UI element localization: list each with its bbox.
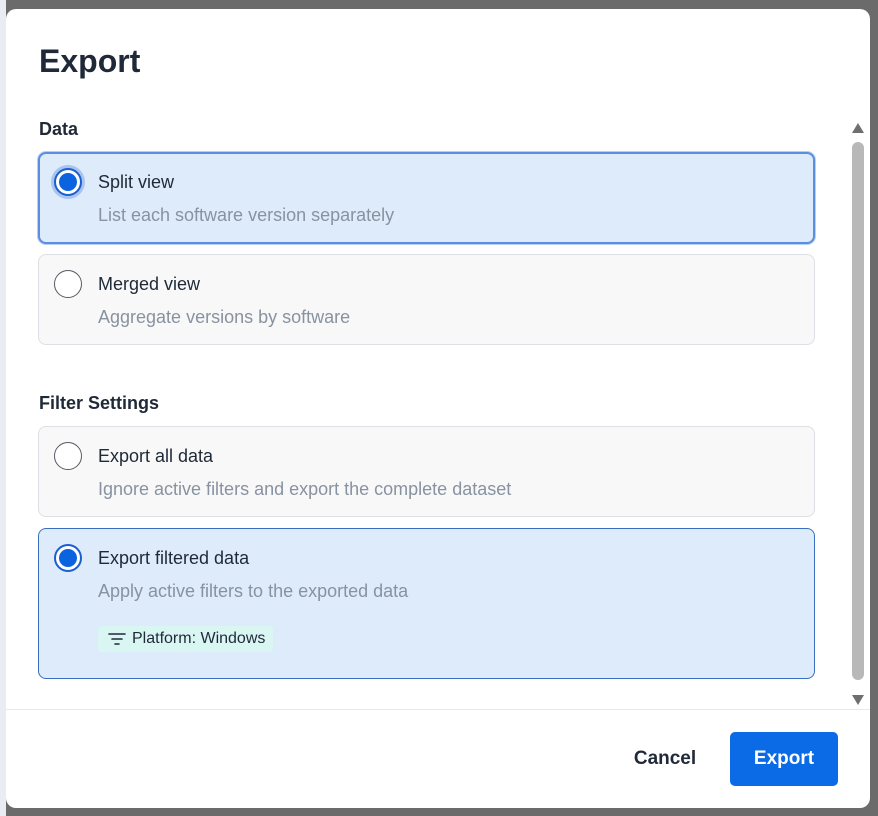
dialog-content: Data Split view List each software versi… <box>6 109 870 709</box>
dialog-title: Export <box>39 43 141 79</box>
option-split-view[interactable]: Split view List each software version se… <box>38 152 815 244</box>
filter-icon <box>108 632 126 646</box>
merged-view-radio[interactable] <box>54 270 82 298</box>
option-export-filtered-data[interactable]: Export filtered data Apply active filter… <box>38 528 815 679</box>
scrollbar-thumb[interactable] <box>852 142 864 680</box>
section-title-filter-settings: Filter Settings <box>39 393 160 413</box>
scroll-up-arrow-icon[interactable] <box>851 121 865 133</box>
export-button[interactable]: Export <box>730 732 838 786</box>
filter-chip-label: Platform: Windows <box>132 630 266 647</box>
export-dialog: Export Data Split view List each softwar… <box>6 9 870 808</box>
footer-divider <box>6 709 870 710</box>
cancel-button[interactable]: Cancel <box>618 733 712 785</box>
option-label: Export all data <box>98 446 214 466</box>
option-export-all-data[interactable]: Export all data Ignore active filters an… <box>38 426 815 517</box>
option-description: List each software version separately <box>98 205 395 225</box>
filter-chip: Platform: Windows <box>98 626 274 652</box>
option-description: Aggregate versions by software <box>98 307 351 327</box>
option-label: Export filtered data <box>98 548 250 568</box>
split-view-radio[interactable] <box>54 168 82 196</box>
option-merged-view[interactable]: Merged view Aggregate versions by softwa… <box>38 254 815 345</box>
content-scrollbar[interactable] <box>848 119 868 709</box>
scroll-down-arrow-icon[interactable] <box>851 693 865 705</box>
section-title-data: Data <box>39 119 79 139</box>
export-all-data-radio[interactable] <box>54 442 82 470</box>
option-description: Apply active filters to the exported dat… <box>98 581 409 601</box>
export-filtered-data-radio[interactable] <box>54 544 82 572</box>
option-label: Split view <box>98 172 175 192</box>
option-label: Merged view <box>98 274 201 294</box>
option-description: Ignore active filters and export the com… <box>98 479 512 499</box>
